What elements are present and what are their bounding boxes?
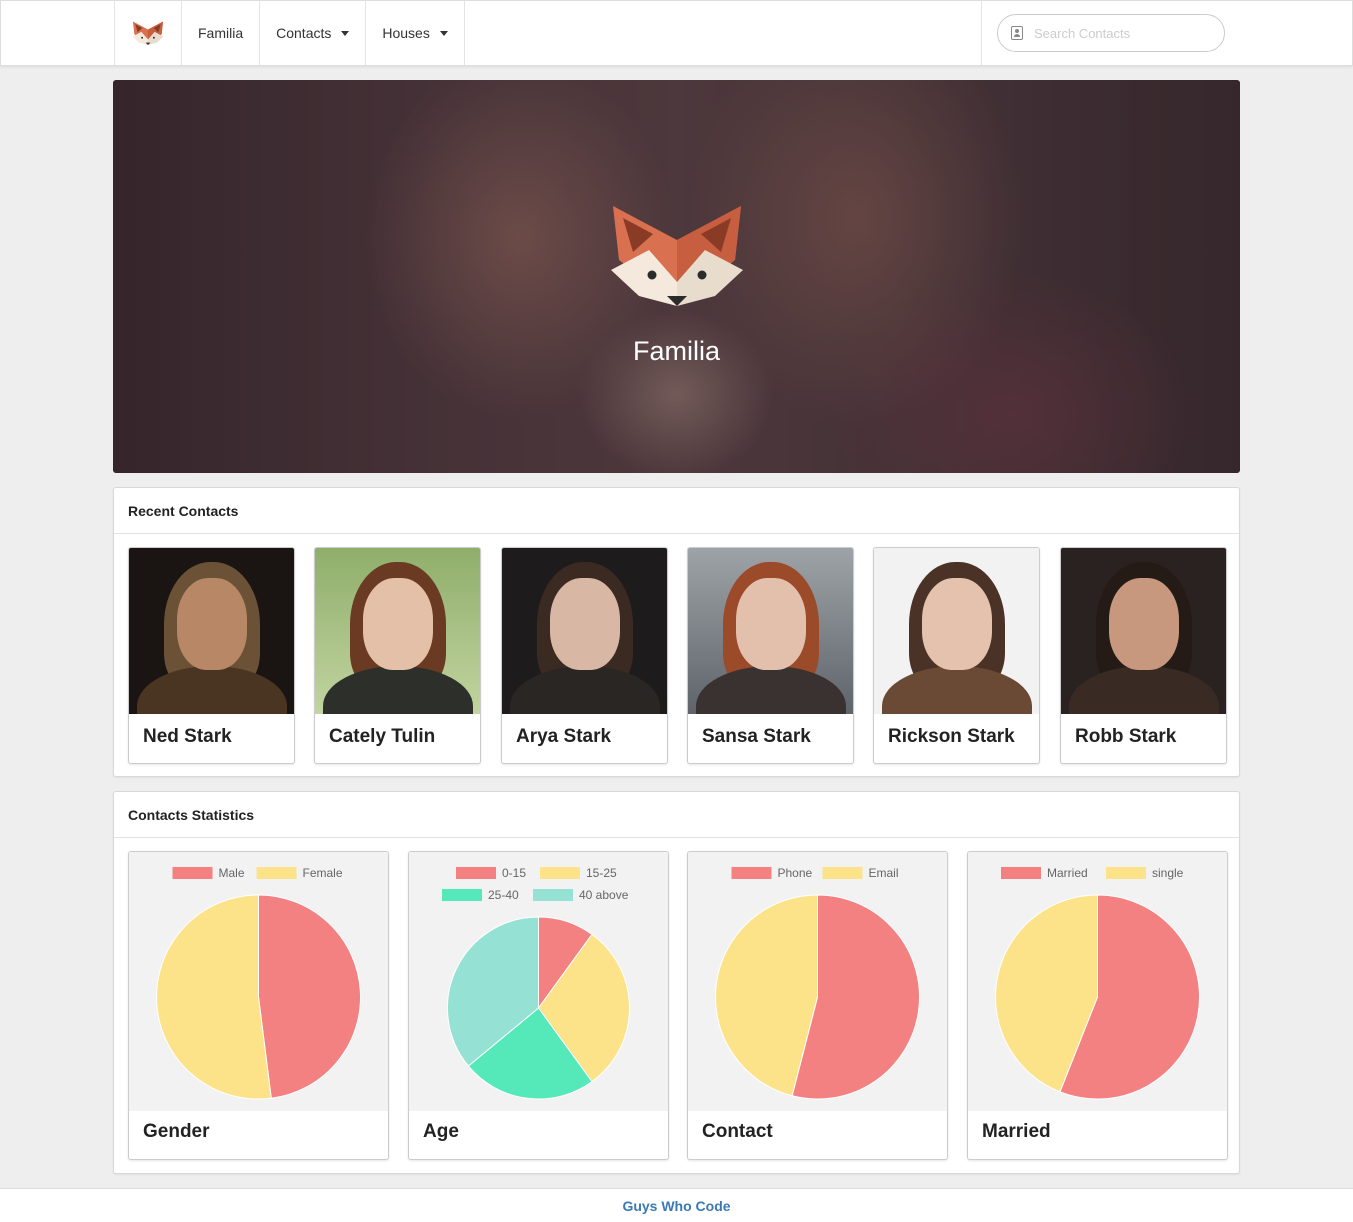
legend-label: Female xyxy=(303,866,343,880)
legend-swatch xyxy=(540,867,580,879)
panel-heading: Contacts Statistics xyxy=(114,792,1239,838)
contact-card[interactable]: Cately Tulin xyxy=(314,547,481,764)
legend-swatch xyxy=(533,889,573,901)
pie-chart: 0-15 15-25 25-40 40 above xyxy=(409,852,668,1111)
nav-item-familia[interactable]: Familia xyxy=(182,1,261,65)
nav-item-label: Familia xyxy=(198,25,244,41)
fox-logo-icon[interactable] xyxy=(114,1,182,65)
pie-chart: Phone Email xyxy=(688,852,947,1111)
legend-swatch xyxy=(442,889,482,901)
contacts-statistics-panel: Contacts Statistics Male Female Gender 0-… xyxy=(113,791,1240,1174)
legend-label: Phone xyxy=(778,866,813,880)
nav-item-label: Houses xyxy=(382,25,430,41)
search-input[interactable] xyxy=(1034,23,1214,43)
legend-label: Male xyxy=(219,866,245,880)
legend-swatch xyxy=(1001,867,1041,879)
stat-card-age: 0-15 15-25 25-40 40 above Age xyxy=(408,851,669,1160)
pie-chart: Married single xyxy=(968,852,1227,1111)
hero-title: Familia xyxy=(632,336,720,366)
stat-title: Age xyxy=(423,1121,459,1142)
contact-name: Rickson Stark xyxy=(888,726,1015,747)
pie-chart: Male Female xyxy=(129,852,388,1111)
recent-contacts-panel: Recent Contacts Ned Stark Cately Tulin A… xyxy=(113,487,1240,777)
search-area xyxy=(981,1,1353,65)
contact-name: Robb Stark xyxy=(1075,726,1177,747)
caret-down-icon xyxy=(439,30,448,36)
stat-title: Contact xyxy=(702,1121,773,1142)
contact-name: Ned Stark xyxy=(143,726,232,747)
contact-name: Arya Stark xyxy=(516,726,612,747)
legend-swatch xyxy=(822,867,863,879)
stat-card-married: Married single Married xyxy=(967,851,1228,1160)
legend-label: single xyxy=(1152,866,1184,880)
contact-card[interactable]: Robb Stark xyxy=(1060,547,1227,764)
pie-slice[interactable] xyxy=(258,894,361,1099)
contact-photo xyxy=(874,548,1039,714)
legend-label: Email xyxy=(869,866,899,880)
contact-photo xyxy=(1061,548,1226,714)
nav-item-contacts[interactable]: Contacts xyxy=(260,1,367,65)
nav-item-houses[interactable]: Houses xyxy=(366,1,465,65)
legend-swatch xyxy=(731,867,772,879)
footer-link[interactable]: Guys Who Code xyxy=(622,1198,730,1214)
contact-card[interactable]: Rickson Stark xyxy=(873,547,1040,764)
contact-name: Cately Tulin xyxy=(329,726,436,747)
legend-label: Married xyxy=(1047,866,1088,880)
legend-label: 15-25 xyxy=(586,866,617,880)
contact-card[interactable]: Arya Stark xyxy=(501,547,668,764)
stat-title: Married xyxy=(982,1121,1051,1142)
footer: Guys Who Code xyxy=(0,1188,1353,1222)
hero-banner: Familia xyxy=(113,80,1240,473)
legend-swatch xyxy=(456,867,496,879)
stat-title: Gender xyxy=(143,1121,210,1142)
legend-label: 0-15 xyxy=(502,866,526,880)
legend-label: 25-40 xyxy=(488,888,519,902)
legend-label: 40 above xyxy=(579,888,629,902)
contact-photo xyxy=(688,548,853,714)
fox-logo-icon xyxy=(611,206,743,306)
contact-name: Sansa Stark xyxy=(702,726,811,747)
caret-down-icon xyxy=(341,30,350,36)
legend-swatch xyxy=(256,867,297,879)
contact-photo xyxy=(129,548,294,714)
nav-items: Familia Contacts Houses xyxy=(114,1,465,65)
contact-card[interactable]: Sansa Stark xyxy=(687,547,854,764)
search-box[interactable] xyxy=(997,14,1225,52)
contact-photo xyxy=(315,548,480,714)
nav-item-label: Contacts xyxy=(276,25,332,41)
contact-card[interactable]: Ned Stark xyxy=(128,547,295,764)
contact-book-icon xyxy=(1011,26,1023,40)
legend-swatch xyxy=(172,867,213,879)
legend-swatch xyxy=(1106,867,1146,879)
stat-card-contact: Phone Email Contact xyxy=(687,851,948,1160)
stat-card-gender: Male Female Gender xyxy=(128,851,389,1160)
top-navbar: Familia Contacts Houses xyxy=(0,0,1353,66)
contact-photo xyxy=(502,548,667,714)
pie-slice[interactable] xyxy=(156,894,272,1100)
panel-heading: Recent Contacts xyxy=(114,488,1239,534)
